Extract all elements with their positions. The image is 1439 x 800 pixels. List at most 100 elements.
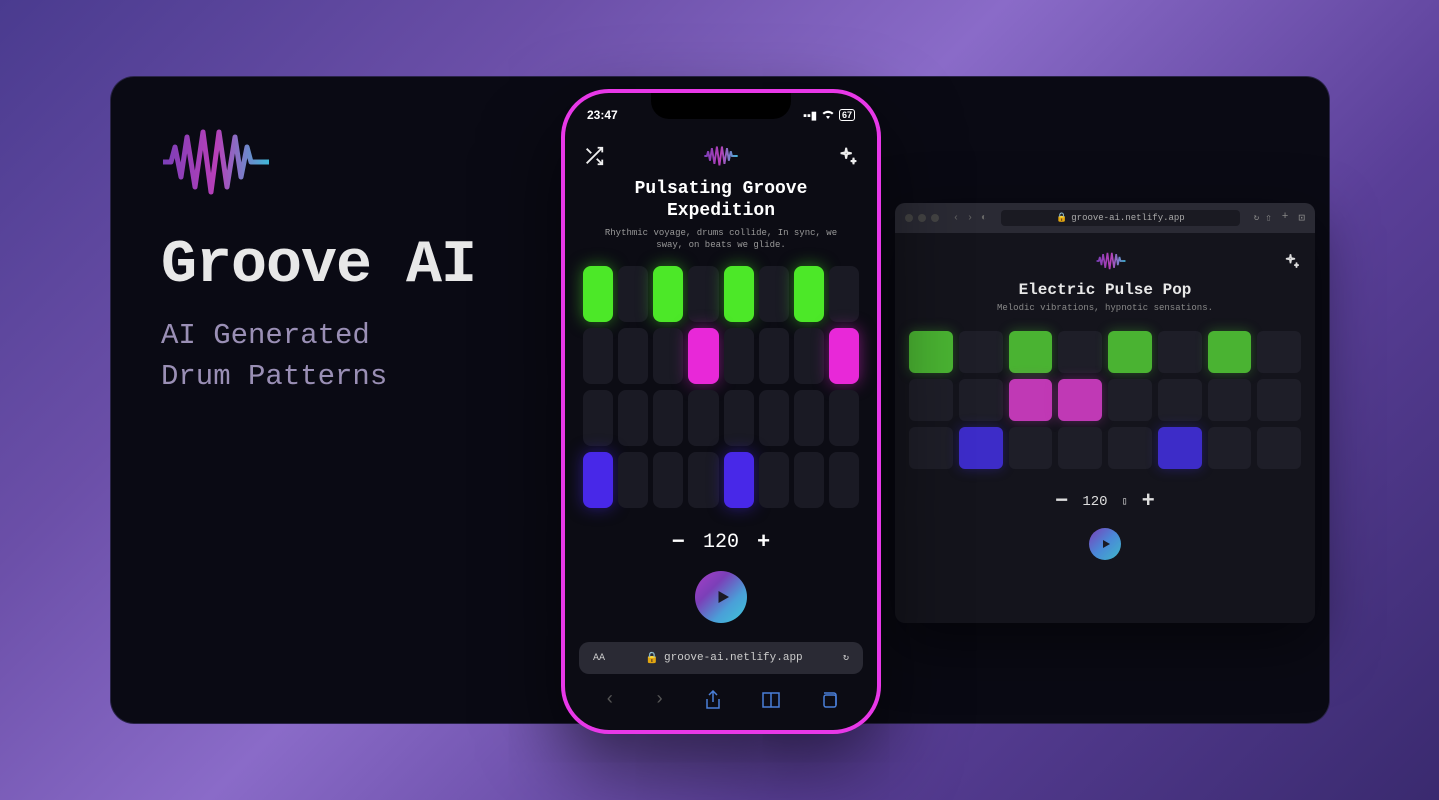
drum-cell[interactable]	[1108, 379, 1152, 421]
shield-icon[interactable]: ◐	[981, 213, 987, 224]
forward-icon[interactable]: ›	[654, 690, 665, 710]
browser-url-bar[interactable]: 🔒 groove-ai.netlify.app	[1001, 210, 1240, 226]
drum-cell[interactable]	[794, 266, 824, 322]
drum-cell[interactable]	[583, 390, 613, 446]
bookmarks-icon[interactable]	[761, 691, 781, 709]
drum-cell[interactable]	[1058, 331, 1102, 373]
drum-cell[interactable]	[829, 452, 859, 508]
drum-cell[interactable]	[909, 379, 953, 421]
drum-cell[interactable]	[688, 266, 718, 322]
drum-cell[interactable]	[1257, 379, 1301, 421]
drum-cell[interactable]	[583, 452, 613, 508]
sparkle-icon[interactable]	[1283, 252, 1301, 270]
app-title: Groove AI	[161, 232, 476, 300]
drum-cell[interactable]	[829, 390, 859, 446]
drum-cell[interactable]	[909, 331, 953, 373]
drum-cell[interactable]	[794, 390, 824, 446]
drum-cell[interactable]	[1108, 427, 1152, 469]
drum-cell[interactable]	[1158, 379, 1202, 421]
drum-cell[interactable]	[653, 328, 683, 384]
drum-cell[interactable]	[618, 328, 648, 384]
back-icon[interactable]: ‹	[953, 213, 959, 224]
drum-cell[interactable]	[688, 390, 718, 446]
branding-section: Groove AI AI Generated Drum Patterns	[161, 127, 476, 397]
drum-cell[interactable]	[1208, 379, 1252, 421]
drum-cell[interactable]	[1158, 331, 1202, 373]
lock-icon: 🔒	[1056, 213, 1067, 223]
forward-icon[interactable]: ›	[967, 213, 973, 224]
phone-mockup: 23:47 ▪▪▮ 67 Pulsat	[561, 89, 881, 734]
drum-cell[interactable]	[653, 452, 683, 508]
mobile-url-bar[interactable]: AA 🔒 groove-ai.netlify.app ↻	[579, 642, 863, 674]
drum-cell[interactable]	[1009, 379, 1053, 421]
desktop-browser-mockup: ‹ › ◐ 🔒 groove-ai.netlify.app ↻ ⇧ + ⊡	[895, 203, 1315, 623]
drum-cell[interactable]	[959, 331, 1003, 373]
tempo-controls: − 120 ▯ +	[909, 489, 1301, 514]
drum-cell[interactable]	[688, 328, 718, 384]
drum-cell[interactable]	[1058, 427, 1102, 469]
tabs-icon[interactable]	[820, 691, 838, 709]
waveform-logo-icon	[703, 145, 739, 167]
drum-cell[interactable]	[1009, 331, 1053, 373]
tempo-minus-button[interactable]: −	[672, 530, 685, 555]
drum-cell[interactable]	[618, 266, 648, 322]
waveform-logo-icon	[1096, 251, 1126, 271]
share-icon[interactable]	[704, 690, 722, 710]
play-button[interactable]	[695, 571, 747, 623]
drum-cell[interactable]	[1158, 427, 1202, 469]
drum-cell[interactable]	[1009, 427, 1053, 469]
battery-icon: 67	[839, 109, 855, 121]
drum-cell[interactable]	[618, 390, 648, 446]
drum-grid	[909, 331, 1301, 469]
drum-cell[interactable]	[794, 328, 824, 384]
drum-cell[interactable]	[759, 452, 789, 508]
drum-cell[interactable]	[1208, 427, 1252, 469]
tempo-minus-button[interactable]: −	[1055, 489, 1068, 514]
drum-cell[interactable]	[759, 328, 789, 384]
app-subtitle: AI Generated Drum Patterns	[161, 316, 476, 397]
drum-cell[interactable]	[724, 452, 754, 508]
drum-cell[interactable]	[1058, 379, 1102, 421]
drum-cell[interactable]	[583, 328, 613, 384]
drum-cell[interactable]	[759, 390, 789, 446]
tempo-plus-button[interactable]: +	[757, 530, 770, 555]
refresh-icon[interactable]: ↻	[843, 652, 849, 664]
tabs-icon[interactable]: ⊡	[1298, 211, 1305, 225]
status-time: 23:47	[587, 108, 618, 122]
tempo-value: 120	[1082, 494, 1107, 510]
drum-cell[interactable]	[1257, 331, 1301, 373]
pattern-description: Melodic vibrations, hypnotic sensations.	[909, 303, 1301, 313]
drum-cell[interactable]	[959, 379, 1003, 421]
tempo-controls: − 120 +	[583, 530, 859, 555]
drum-cell[interactable]	[583, 266, 613, 322]
drum-cell[interactable]	[688, 452, 718, 508]
drum-cell[interactable]	[653, 266, 683, 322]
drum-cell[interactable]	[909, 427, 953, 469]
play-button[interactable]	[1089, 528, 1121, 560]
drum-cell[interactable]	[829, 266, 859, 322]
back-icon[interactable]: ‹	[604, 690, 615, 710]
drum-cell[interactable]	[724, 390, 754, 446]
text-size-button[interactable]: AA	[593, 653, 605, 664]
waveform-logo-icon	[161, 127, 271, 197]
browser-chrome: ‹ › ◐ 🔒 groove-ai.netlify.app ↻ ⇧ + ⊡	[895, 203, 1315, 233]
sparkle-icon[interactable]	[837, 145, 859, 167]
lock-icon: 🔒	[645, 651, 659, 665]
drum-cell[interactable]	[653, 390, 683, 446]
drum-cell[interactable]	[724, 266, 754, 322]
share-icon[interactable]: ⇧	[1265, 211, 1272, 225]
drum-cell[interactable]	[794, 452, 824, 508]
tempo-value: 120	[703, 531, 739, 554]
drum-cell[interactable]	[1257, 427, 1301, 469]
tempo-plus-button[interactable]: +	[1142, 489, 1155, 514]
drum-cell[interactable]	[829, 328, 859, 384]
refresh-icon[interactable]: ↻	[1254, 213, 1259, 223]
drum-cell[interactable]	[1108, 331, 1152, 373]
new-tab-icon[interactable]: +	[1282, 211, 1289, 225]
shuffle-icon[interactable]	[583, 145, 605, 167]
drum-cell[interactable]	[759, 266, 789, 322]
drum-cell[interactable]	[724, 328, 754, 384]
drum-cell[interactable]	[618, 452, 648, 508]
drum-cell[interactable]	[1208, 331, 1252, 373]
drum-cell[interactable]	[959, 427, 1003, 469]
